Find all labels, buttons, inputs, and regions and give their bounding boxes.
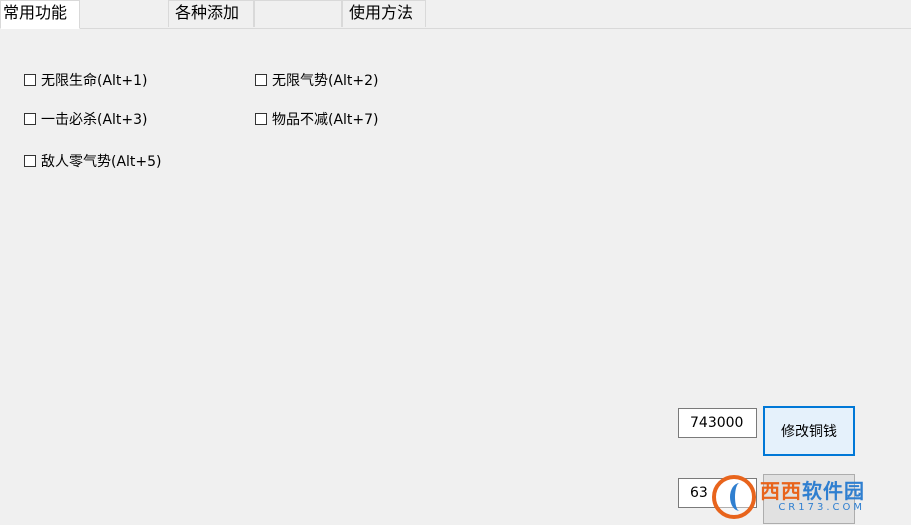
checkbox-items-not-decrease[interactable]: 物品不减(Alt+7) (255, 109, 379, 129)
checkbox-enemy-zero-momentum[interactable]: 敌人零气势(Alt+5) (24, 151, 162, 171)
checkbox-label: 一击必杀(Alt+3) (41, 112, 148, 128)
tab-common-functions[interactable]: 常用功能 (0, 0, 80, 29)
trainer-window: 常用功能 各种添加 使用方法 无限生命(Alt+1) 无限气势(Alt+2) 一… (0, 0, 911, 525)
checkbox-box[interactable] (255, 74, 267, 86)
checkbox-box[interactable] (24, 74, 36, 86)
checkbox-box[interactable] (255, 113, 267, 125)
second-modify-button[interactable] (763, 474, 855, 524)
second-value-input[interactable] (678, 478, 757, 508)
checkbox-box[interactable] (24, 113, 36, 125)
checkbox-label: 无限生命(Alt+1) (41, 73, 148, 89)
checkbox-label: 敌人零气势(Alt+5) (41, 154, 162, 170)
tab-various-add[interactable]: 各种添加 (168, 0, 254, 27)
modify-money-button[interactable]: 修改铜钱 (763, 406, 855, 456)
checkbox-one-hit-kill[interactable]: 一击必杀(Alt+3) (24, 109, 148, 129)
checkbox-infinite-momentum[interactable]: 无限气势(Alt+2) (255, 70, 379, 90)
checkbox-label: 无限气势(Alt+2) (272, 73, 379, 89)
tab-usage[interactable]: 使用方法 (342, 0, 426, 27)
checkbox-infinite-life[interactable]: 无限生命(Alt+1) (24, 70, 148, 90)
checkbox-label: 物品不减(Alt+7) (272, 112, 379, 128)
tab-strip: 常用功能 各种添加 使用方法 (0, 0, 911, 29)
checkbox-box[interactable] (24, 155, 36, 167)
tab-blank[interactable] (254, 0, 342, 27)
money-input[interactable] (678, 408, 757, 438)
